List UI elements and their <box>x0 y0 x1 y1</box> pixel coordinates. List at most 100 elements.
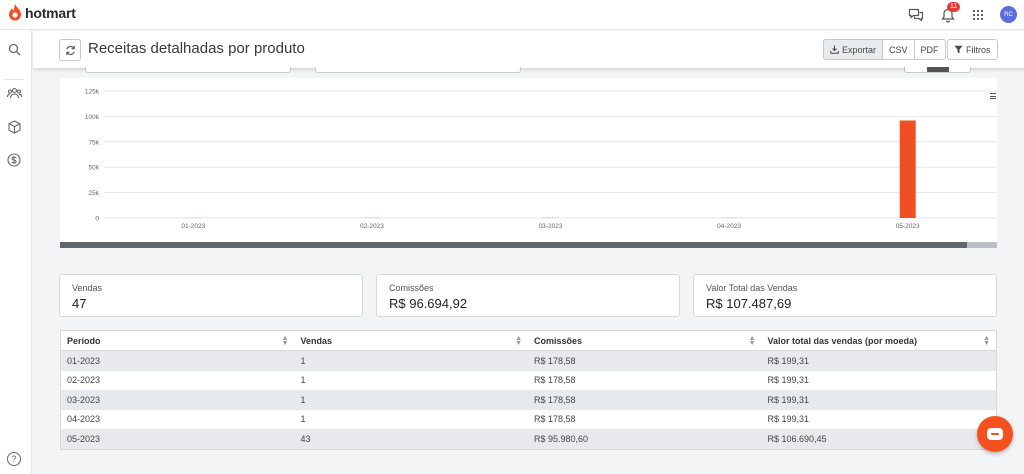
refresh-button[interactable] <box>59 39 81 61</box>
dollar-icon[interactable] <box>5 151 23 169</box>
messages-icon[interactable] <box>906 5 926 25</box>
chart-view-toggle-active[interactable] <box>927 67 949 72</box>
total-sales-card: Valor Total das Vendas R$ 107.487,69 <box>693 274 997 317</box>
brand-name: hotmart <box>25 4 76 21</box>
column-header-commissions-label: Comissões <box>534 335 583 346</box>
total-sales-card-label: Valor Total das Vendas <box>706 283 798 293</box>
table-row: 04-2023 1 R$ 178,58 R$ 199,31 <box>61 410 996 430</box>
search-icon[interactable] <box>5 40 23 58</box>
date-range-input[interactable] <box>85 67 291 73</box>
table-cell: R$ 199,31 <box>767 394 810 405</box>
table-row: 05-2023 43 R$ 95.980,60 R$ 106.690,45 <box>61 429 996 449</box>
page-header: Receitas detalhadas por produto Exportar… <box>33 31 1024 68</box>
sort-icon: ▲ ▼ <box>281 335 289 347</box>
export-button[interactable]: Exportar <box>823 39 884 60</box>
chart-view-toggle[interactable] <box>904 67 971 73</box>
download-icon <box>830 45 839 54</box>
x-tick-label: 05-2023 <box>896 223 920 230</box>
column-header-sales-label: Vendas <box>300 335 333 346</box>
pdf-label: PDF <box>920 44 939 55</box>
commissions-card: Comissões R$ 96.694,92 <box>376 274 680 317</box>
chart-bar <box>899 120 916 218</box>
x-tick-label: 04-2023 <box>717 223 741 230</box>
top-bar: hotmart 11 RC <box>0 0 1024 30</box>
y-tick-label: 125k <box>85 89 100 96</box>
revenue-chart: 0 25k 50k 75k 100k 125k 01-2023 02-2023 03-2023 0… <box>60 78 997 248</box>
filters-label: Filtros <box>966 44 991 55</box>
column-header-sales[interactable]: Vendas ▲ ▼ <box>295 331 529 350</box>
export-label: Exportar <box>842 44 877 55</box>
column-header-total-sales[interactable]: Valor total das vendas (por moeda) ▲ ▼ <box>762 331 997 350</box>
y-tick-label: 50k <box>89 165 100 172</box>
export-button-group: Exportar CSV PDF <box>823 39 946 60</box>
table-cell: R$ 95.980,60 <box>534 433 589 444</box>
chart-scrollbar-thumb <box>60 242 967 248</box>
csv-label: CSV <box>889 44 908 55</box>
table-row: 03-2023 1 R$ 178,58 R$ 199,31 <box>61 390 996 410</box>
sort-icon: ▲ ▼ <box>748 335 756 347</box>
table-cell: 1 <box>300 394 306 405</box>
export-pdf-button[interactable]: PDF <box>914 39 946 60</box>
y-tick-label: 100k <box>85 114 100 121</box>
table-row: 01-2023 1 R$ 178,58 R$ 199,31 <box>61 351 996 371</box>
product-box-icon[interactable] <box>5 118 23 136</box>
table-cell: R$ 199,31 <box>767 355 810 366</box>
chart-menu-icon[interactable] <box>990 93 996 101</box>
product-select[interactable] <box>315 67 521 73</box>
users-icon[interactable] <box>5 84 23 102</box>
notifications-bell-icon[interactable]: 11 <box>938 2 961 25</box>
table-cell: R$ 178,58 <box>534 414 576 425</box>
table-cell: 03-2023 <box>67 394 101 405</box>
revenue-chart-svg: 0 25k 50k 75k 100k 125k 01-2023 02-2023 03-2023 0… <box>60 89 997 248</box>
table-cell: 1 <box>300 375 306 386</box>
refresh-icon <box>65 45 75 55</box>
commissions-card-value: R$ 96.694,92 <box>389 296 468 311</box>
table-cell: 43 <box>300 433 311 444</box>
x-tick-label: 03-2023 <box>539 223 563 230</box>
sidebar <box>0 30 32 474</box>
column-header-period[interactable]: Período ▲ ▼ <box>61 331 295 350</box>
sidebar-divider <box>4 79 24 80</box>
column-header-period-label: Período <box>67 335 101 346</box>
table-cell: R$ 199,31 <box>767 375 810 386</box>
sales-card-value: 47 <box>72 296 87 311</box>
table-cell: 05-2023 <box>67 433 101 444</box>
table-header: Período ▲ ▼ Vendas ▲ ▼ Comissões ▲ ▼ Valor tot… <box>61 331 996 351</box>
table-cell: 01-2023 <box>67 355 101 366</box>
hotmart-flame-icon <box>9 4 21 21</box>
filters-button[interactable]: Filtros <box>947 39 998 60</box>
table-cell: R$ 178,58 <box>534 355 576 366</box>
page-title: Receitas detalhadas por produto <box>88 40 305 57</box>
sales-card: Vendas 47 <box>59 274 363 317</box>
chat-support-button[interactable] <box>977 416 1013 452</box>
total-sales-card-value: R$ 107.487,69 <box>706 296 792 311</box>
table-row: 02-2023 1 R$ 178,58 R$ 199,31 <box>61 371 996 391</box>
y-tick-label: 0 <box>95 216 99 223</box>
table-cell: R$ 199,31 <box>767 414 810 425</box>
help-icon[interactable]: ? <box>7 452 21 466</box>
column-header-commissions[interactable]: Comissões ▲ ▼ <box>528 331 762 350</box>
notification-count-badge: 11 <box>947 2 961 12</box>
table-cell: 1 <box>300 355 306 366</box>
commissions-card-label: Comissões <box>389 283 434 293</box>
table-cell: 1 <box>300 414 306 425</box>
chat-bubble-icon <box>987 428 1003 440</box>
table-cell: 04-2023 <box>67 414 101 425</box>
x-tick-label: 02-2023 <box>360 223 384 230</box>
sales-card-label: Vendas <box>72 283 103 293</box>
table-cell: 02-2023 <box>67 375 101 386</box>
table-cell: R$ 106.690,45 <box>767 433 827 444</box>
hotmart-logo[interactable]: hotmart <box>8 4 76 21</box>
apps-grid-icon[interactable] <box>968 5 988 25</box>
sort-icon: ▲ ▼ <box>515 335 522 347</box>
user-avatar[interactable]: RC <box>1000 6 1017 23</box>
y-tick-label: 75k <box>89 139 100 146</box>
export-csv-button[interactable]: CSV <box>883 39 915 60</box>
y-tick-label: 25k <box>89 190 100 197</box>
sort-icon: ▲ ▼ <box>983 335 990 347</box>
table-cell: R$ 178,58 <box>534 375 576 386</box>
column-header-total-sales-label: Valor total das vendas (por moeda) <box>767 335 918 346</box>
filter-funnel-icon <box>954 45 963 54</box>
x-tick-label: 01-2023 <box>181 223 205 230</box>
table-cell: R$ 178,58 <box>534 394 576 405</box>
